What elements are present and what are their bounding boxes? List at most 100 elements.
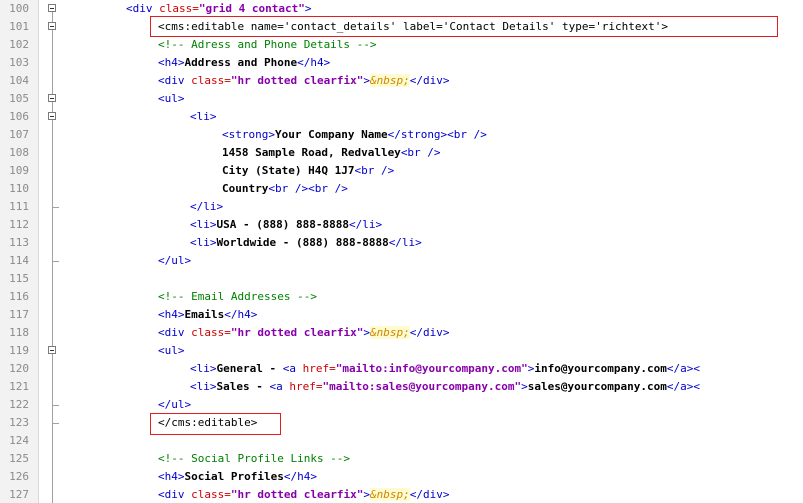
code-token: <li> (190, 110, 217, 123)
fold-collapse-icon[interactable] (48, 94, 56, 102)
fold-end-marker-icon (52, 414, 59, 424)
code-text: <!-- Email Addresses --> (158, 288, 317, 306)
line-number: 119 (9, 344, 29, 357)
line-number: 126 (9, 470, 29, 483)
line-number: 127 (9, 488, 29, 501)
code-line[interactable]: 113 <li>Worldwide - (888) 888-8888</li> (0, 234, 803, 252)
code-token: City (State) H4Q 1J7 (222, 164, 355, 177)
code-token: USA - (888) 888-8888 (216, 218, 349, 231)
code-token: class= (159, 2, 199, 15)
fold-collapse-icon[interactable] (48, 22, 56, 30)
code-token: <div (158, 74, 192, 87)
code-line[interactable]: 120 <li>General - <a href="mailto:info@yo… (0, 360, 803, 378)
code-token: </a>< (666, 380, 700, 393)
code-token: Address and Phone (184, 56, 298, 69)
code-text: <li>USA - (888) 888-8888</li> (190, 216, 382, 234)
code-token: > (304, 2, 312, 15)
code-token: <h4> (158, 470, 185, 483)
code-line[interactable]: 105 <ul> (0, 90, 803, 108)
code-token: </ul> (158, 398, 192, 411)
line-number: 125 (9, 452, 29, 465)
code-line[interactable]: 111 </li> (0, 198, 803, 216)
code-line[interactable]: 109 City (State) H4Q 1J7<br /> (0, 162, 803, 180)
code-line[interactable]: 114 </ul> (0, 252, 803, 270)
code-line[interactable]: 122 </ul> (0, 396, 803, 414)
line-number: 122 (9, 398, 29, 411)
code-text: </li> (190, 198, 223, 216)
code-line[interactable]: 102 <!-- Adress and Phone Details --> (0, 36, 803, 54)
code-line[interactable]: 108 1458 Sample Road, Redvalley<br /> (0, 144, 803, 162)
code-text: City (State) H4Q 1J7<br /> (222, 162, 394, 180)
code-text: Country<br /><br /> (222, 180, 348, 198)
code-line[interactable]: 106 <li> (0, 108, 803, 126)
code-token: <strong> (222, 128, 275, 141)
code-line[interactable]: 127 <div class="hr dotted clearfix">&nbsp… (0, 486, 803, 503)
code-line[interactable]: 112 <li>USA - (888) 888-8888</li> (0, 216, 803, 234)
fold-collapse-icon[interactable] (48, 4, 56, 12)
code-line[interactable]: 126 <h4>Social Profiles</h4> (0, 468, 803, 486)
line-number: 123 (9, 416, 29, 429)
line-number: 121 (9, 380, 29, 393)
code-line[interactable]: 117 <h4>Emails</h4> (0, 306, 803, 324)
code-token: info@yourcompany.com (534, 362, 667, 375)
code-editor[interactable]: 100 <div class="grid 4 contact"> 101 <cms:e… (0, 0, 803, 503)
line-number: 111 (9, 200, 29, 213)
code-text: <li>Worldwide - (888) 888-8888</li> (190, 234, 422, 252)
fold-collapse-icon[interactable] (48, 112, 56, 120)
code-token: <li> (190, 218, 217, 231)
code-text: <li>General - <a href="mailto:info@yourc… (190, 360, 700, 378)
code-token: <br /><br /> (268, 182, 348, 195)
code-token: </strong><br /> (387, 128, 487, 141)
code-line[interactable]: 115 (0, 270, 803, 288)
code-token: > (521, 380, 528, 393)
code-token: class= (191, 488, 231, 501)
code-text: <ul> (158, 342, 185, 360)
code-token: 1458 Sample Road, Redvalley (222, 146, 401, 159)
line-number: 115 (9, 272, 29, 285)
code-line[interactable]: 107 <strong>Your Company Name</strong><br… (0, 126, 803, 144)
line-number: 105 (9, 92, 29, 105)
code-line[interactable]: 118 <div class="hr dotted clearfix">&nbsp… (0, 324, 803, 342)
line-number: 104 (9, 74, 29, 87)
code-token: "hr dotted clearfix" (230, 326, 364, 339)
code-line[interactable]: 121 <li>Sales - <a href="mailto:sales@you… (0, 378, 803, 396)
code-token: "grid 4 contact" (198, 2, 305, 15)
code-token: &nbsp; (369, 488, 410, 501)
fold-end-marker-icon (52, 198, 59, 208)
code-token: <br /> (400, 146, 441, 159)
code-line[interactable]: 116 <!-- Email Addresses --> (0, 288, 803, 306)
line-number: 116 (9, 290, 29, 303)
code-token: </h4> (297, 56, 331, 69)
code-token: > (363, 488, 370, 501)
line-number: 117 (9, 308, 29, 321)
code-text: <!-- Adress and Phone Details --> (158, 36, 377, 54)
code-line[interactable]: 125 <!-- Social Profile Links --> (0, 450, 803, 468)
line-number: 109 (9, 164, 29, 177)
code-token: </li> (190, 200, 224, 213)
code-line[interactable]: 104 <div class="hr dotted clearfix">&nbsp… (0, 72, 803, 90)
code-line[interactable]: 123 </cms:editable> (0, 414, 803, 432)
code-token: <h4> (158, 308, 185, 321)
code-token: <h4> (158, 56, 185, 69)
highlight-box-open-tag (150, 16, 778, 37)
code-token: "mailto:info@yourcompany.com" (335, 362, 528, 375)
line-number: 124 (9, 434, 29, 447)
code-token: <ul> (158, 92, 185, 105)
code-text: <div class="hr dotted clearfix">&nbsp;</… (158, 324, 449, 342)
line-number: 120 (9, 362, 29, 375)
code-line[interactable]: 119 <ul> (0, 342, 803, 360)
code-text: <h4>Address and Phone</h4> (158, 54, 330, 72)
line-number: 101 (9, 20, 29, 33)
code-line[interactable]: 103 <h4>Address and Phone</h4> (0, 54, 803, 72)
code-token: Your Company Name (274, 128, 388, 141)
line-number: 113 (9, 236, 29, 249)
code-line[interactable]: 124 (0, 432, 803, 450)
highlight-box-close-tag (150, 413, 281, 435)
code-token: <div (158, 326, 192, 339)
code-token: class= (191, 74, 231, 87)
code-token: &nbsp; (369, 74, 410, 87)
fold-collapse-icon[interactable] (48, 346, 56, 354)
code-token: <!-- Adress and Phone Details --> (158, 38, 377, 51)
fold-end-marker-icon (52, 396, 59, 406)
code-line[interactable]: 110 Country<br /><br /> (0, 180, 803, 198)
